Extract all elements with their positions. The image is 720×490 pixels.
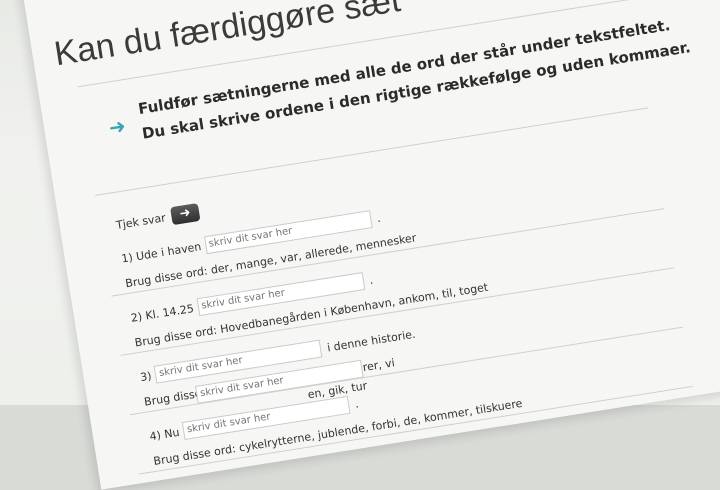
exercise-page: Kan du færdiggøre sæt ➜ Fuldfør sætninge… <box>20 0 720 490</box>
question-suffix: i denne historie. <box>326 327 417 354</box>
check-row: Tjek svar ➜ <box>115 203 201 234</box>
arrow-right-icon: ➜ <box>106 113 128 140</box>
question-suffix: . <box>354 396 360 411</box>
question-prefix: 3) <box>139 368 153 384</box>
question-suffix: . <box>375 211 382 225</box>
question-prefix: 1) Ude i haven <box>120 239 203 266</box>
arrow-right-icon: ➜ <box>178 205 192 222</box>
question-suffix: . <box>368 273 374 287</box>
check-answers-button[interactable]: ➜ <box>169 203 201 226</box>
check-label: Tjek svar <box>115 210 167 232</box>
question-prefix: 4) Nu <box>148 425 181 443</box>
question-prefix: 2) Kl. 14.25 <box>129 301 195 325</box>
